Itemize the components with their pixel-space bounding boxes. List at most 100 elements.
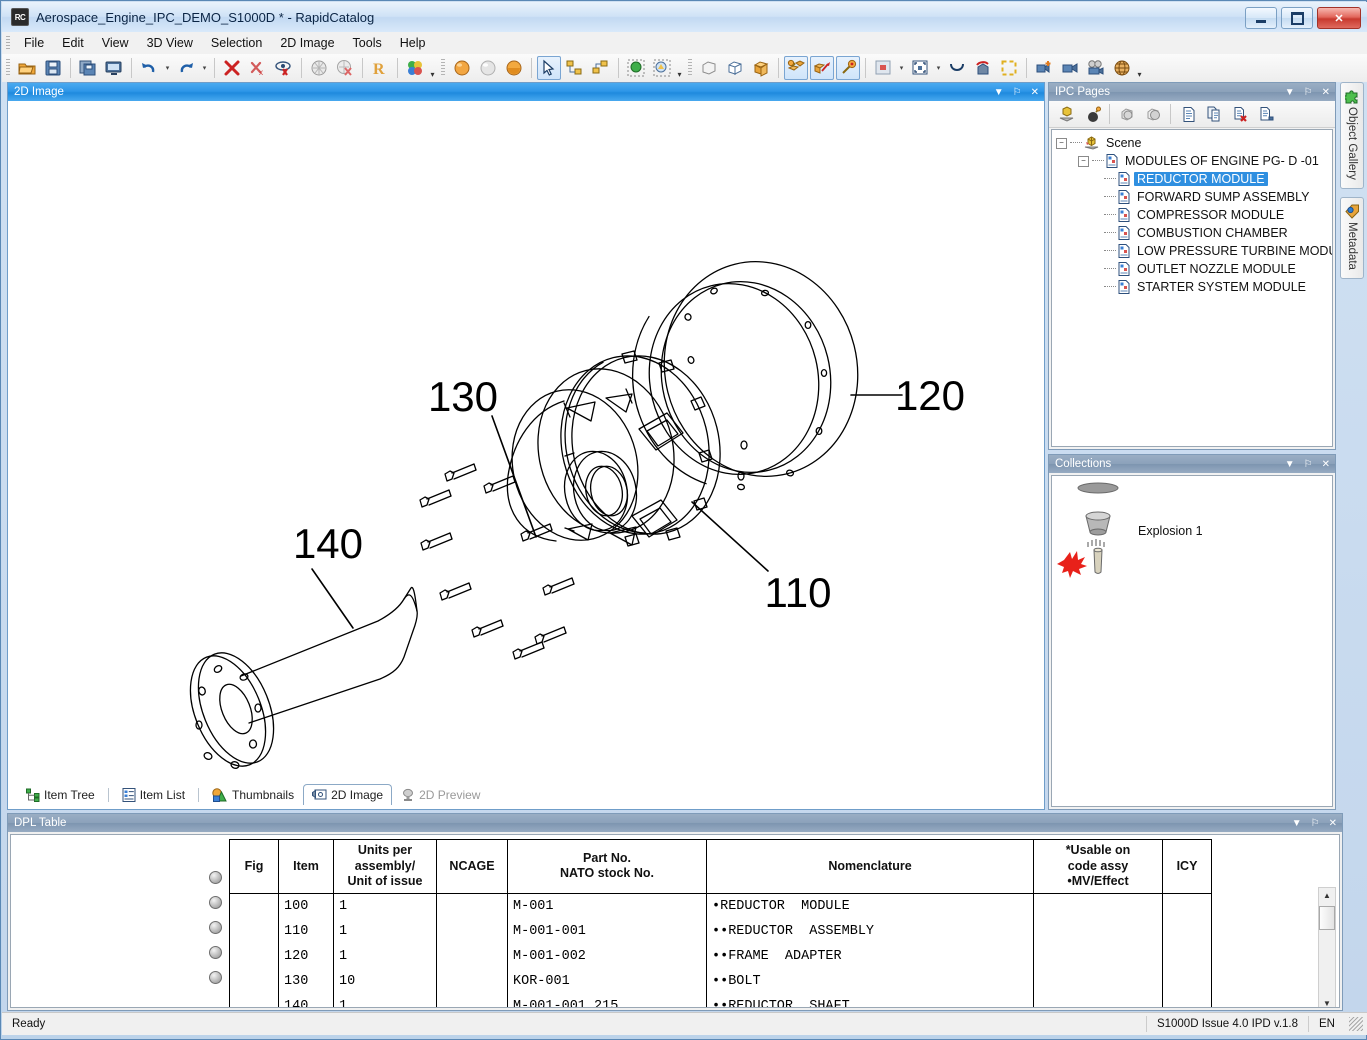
side-tab-metadata[interactable]: Metadata (1340, 196, 1364, 279)
panel-pin-icon[interactable]: ⚐ (1304, 459, 1313, 470)
cell-ncage[interactable] (436, 918, 508, 944)
save-copy-icon[interactable] (76, 56, 100, 80)
tree-node-modules-group[interactable]: − MODULES OF ENGINE PG- D -01 (1056, 152, 1332, 170)
crop-frame-icon[interactable] (997, 56, 1021, 80)
cell-icy[interactable] (1162, 993, 1212, 1007)
maximize-button[interactable] (1281, 7, 1313, 29)
panel-pin-icon[interactable]: ⚐ (1304, 87, 1313, 98)
panel-close-icon[interactable]: ✕ (1329, 818, 1337, 829)
toolbar-grip-3[interactable] (688, 59, 692, 77)
menu-2d-image[interactable]: 2D Image (271, 33, 343, 53)
menu-tools[interactable]: Tools (344, 33, 391, 53)
cell-item[interactable]: 110 (278, 918, 334, 944)
camera-add-icon[interactable] (1032, 56, 1056, 80)
panel-menu-icon[interactable]: ▼ (994, 87, 1004, 98)
cell-item[interactable]: 130 (278, 968, 334, 994)
side-tab-object-gallery[interactable]: Object Gallery (1340, 82, 1364, 189)
tree-item-outlet-nozzle-module[interactable]: OUTLET NOZZLE MODULE (1056, 260, 1332, 278)
cell-part-no[interactable]: M-001 (507, 893, 707, 919)
toolbar-grip-1[interactable] (6, 59, 10, 77)
collection-item-explosion-1[interactable]: Explosion 1 (1052, 476, 1332, 586)
col-fig[interactable]: Fig (229, 839, 279, 894)
col-units[interactable]: Units per assembly/ Unit of issue (333, 839, 437, 894)
box-grid-icon[interactable] (723, 56, 747, 80)
redo-dropdown-icon[interactable]: ▾ (199, 57, 210, 79)
tab-item-list[interactable]: Item List (113, 784, 194, 805)
tree-item-reductor-module[interactable]: REDUCTOR MODULE (1056, 170, 1332, 188)
camera-icon[interactable] (1058, 56, 1082, 80)
tree-item-combustion-chamber[interactable]: COMBUSTION CHAMBER (1056, 224, 1332, 242)
panel-pin-icon[interactable]: ⚐ (1311, 818, 1320, 829)
ipc-pages-tree-container[interactable]: − Scene − MODULES OF ENGINE PG- D -01 RE… (1051, 129, 1333, 447)
dpl-table-body[interactable]: Fig Item Units per assembly/ Unit of iss… (10, 834, 1340, 1008)
create-scene-icon[interactable] (1054, 102, 1078, 126)
cell-units[interactable]: 10 (333, 968, 437, 994)
cell-ncage[interactable] (436, 943, 508, 969)
cell-fig[interactable] (229, 893, 279, 919)
toolbar-overflow-2[interactable]: ▾ (675, 57, 684, 79)
color-balls-icon[interactable] (403, 56, 427, 80)
collections-content[interactable]: Explosion 1 (1051, 475, 1333, 807)
cell-part-no[interactable]: M-001-002 (507, 943, 707, 969)
cell-icy[interactable] (1162, 918, 1212, 944)
cell-nomenclature[interactable]: ••REDUCTOR SHAFT (706, 993, 1034, 1007)
tab-item-tree[interactable]: Item Tree (17, 784, 104, 805)
panel-menu-icon[interactable]: ▼ (1285, 459, 1295, 470)
resize-grip[interactable] (1349, 1017, 1363, 1031)
table-row[interactable]: 130 10 KOR-001 ••BOLT (229, 968, 1212, 994)
delete-page-icon[interactable] (1228, 102, 1252, 126)
select-sphere-icon[interactable] (624, 56, 648, 80)
dpl-vertical-scrollbar[interactable]: ▲ ▼ (1318, 887, 1336, 1007)
2d-image-canvas[interactable]: 130 120 140 110 (8, 101, 1044, 809)
row-indicator[interactable] (209, 946, 222, 959)
menu-file[interactable]: File (15, 33, 53, 53)
cell-fig[interactable] (229, 968, 279, 994)
delete-view-icon[interactable] (272, 56, 296, 80)
save-icon[interactable] (41, 56, 65, 80)
reset-icon[interactable]: R (368, 56, 392, 80)
col-nomenclature[interactable]: Nomenclature (706, 839, 1034, 894)
minimize-button[interactable] (1245, 7, 1277, 29)
move-part-icon[interactable] (810, 56, 834, 80)
fit-view-icon[interactable] (908, 56, 932, 80)
col-usable-on[interactable]: *Usable on code assy •MV/Effect (1033, 839, 1163, 894)
cell-nomenclature[interactable]: ••FRAME ADAPTER (706, 943, 1034, 969)
shading-transparent-icon[interactable] (476, 56, 500, 80)
menu-help[interactable]: Help (391, 33, 435, 53)
panel-menu-icon[interactable]: ▼ (1292, 818, 1302, 829)
hotspot-icon[interactable] (836, 56, 860, 80)
cell-usable-on[interactable] (1033, 943, 1163, 969)
cell-units[interactable]: 1 (333, 943, 437, 969)
globe-icon[interactable] (1110, 56, 1134, 80)
col-ncage[interactable]: NCAGE (436, 839, 508, 894)
mesh-delete-icon[interactable] (333, 56, 357, 80)
select-arrow-icon[interactable] (537, 56, 561, 80)
panel-close-icon[interactable]: ✕ (1322, 87, 1330, 98)
cell-item[interactable]: 100 (278, 893, 334, 919)
cell-part-no[interactable]: M-001-001_215 (507, 993, 707, 1007)
box-wire-icon[interactable] (697, 56, 721, 80)
select-area-icon[interactable] (650, 56, 674, 80)
cell-item[interactable]: 120 (278, 943, 334, 969)
menu-edit[interactable]: Edit (53, 33, 93, 53)
delete-formula-icon[interactable]: x (246, 56, 270, 80)
panel-pin-icon[interactable]: ⚐ (1013, 87, 1022, 98)
cell-nomenclature[interactable]: •REDUCTOR MODULE (706, 893, 1034, 919)
cell-ncage[interactable] (436, 893, 508, 919)
collapse-tree-icon[interactable] (589, 56, 613, 80)
cell-fig[interactable] (229, 943, 279, 969)
cell-units[interactable]: 1 (333, 893, 437, 919)
collapse-toggle-modules[interactable]: − (1078, 155, 1089, 167)
explode-icon[interactable] (784, 56, 808, 80)
row-indicator[interactable] (209, 871, 222, 884)
table-row[interactable]: 110 1 M-001-001 ••REDUCTOR ASSEMBLY (229, 918, 1212, 944)
cell-ncage[interactable] (436, 968, 508, 994)
panel-close-icon[interactable]: ✕ (1031, 87, 1039, 98)
copy-page-icon[interactable] (1202, 102, 1226, 126)
shading-solid-icon[interactable] (502, 56, 526, 80)
toolbar-overflow-3[interactable]: ▾ (1135, 57, 1144, 79)
menu-selection[interactable]: Selection (202, 33, 271, 53)
menu-3d-view[interactable]: 3D View (138, 33, 202, 53)
cell-icy[interactable] (1162, 893, 1212, 919)
panel-menu-icon[interactable]: ▼ (1285, 87, 1295, 98)
